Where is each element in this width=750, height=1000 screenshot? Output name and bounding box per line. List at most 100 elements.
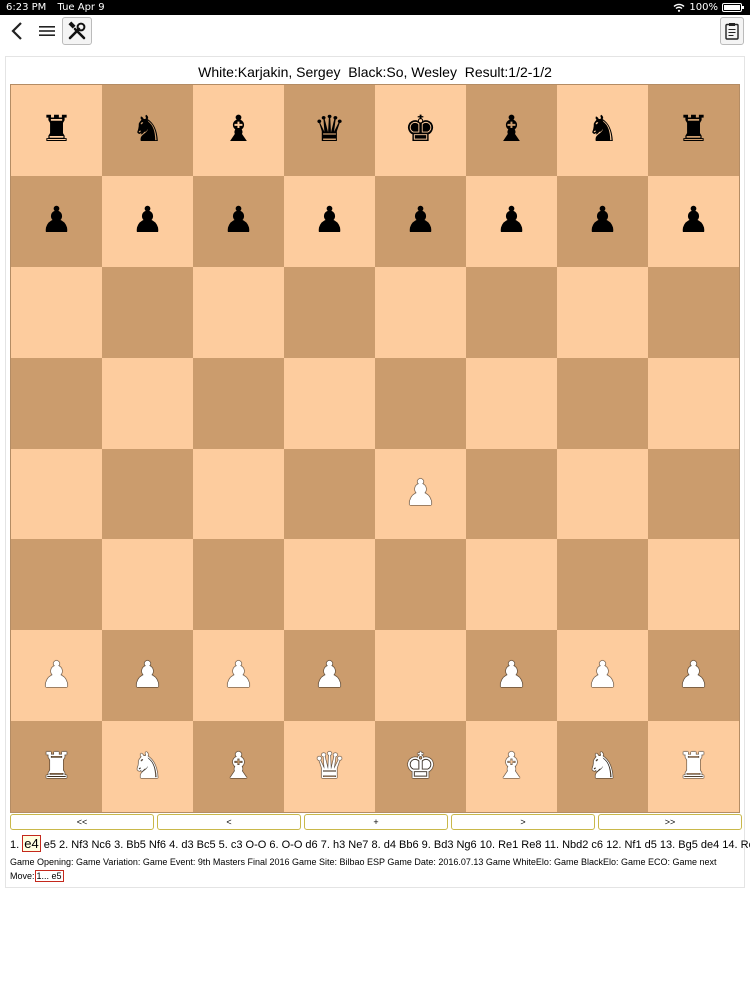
black-bishop-icon[interactable]: ♝ [222, 112, 254, 148]
square-h4[interactable] [648, 448, 739, 540]
white-knight-icon[interactable]: ♞ [586, 748, 618, 785]
white-pawn-icon[interactable]: ♟ [222, 657, 254, 694]
black-pawn-icon[interactable]: ♟ [677, 203, 709, 239]
square-g4[interactable] [557, 448, 648, 540]
square-b2[interactable]: ♟ [102, 630, 193, 722]
square-c3[interactable] [193, 539, 284, 631]
black-queen-icon[interactable]: ♛ [313, 112, 345, 148]
square-a7[interactable]: ♟ [11, 175, 102, 267]
white-bishop-icon[interactable]: ♝ [222, 748, 254, 785]
square-h5[interactable] [648, 357, 739, 449]
square-f6[interactable] [466, 266, 557, 358]
square-h6[interactable] [648, 266, 739, 358]
square-c2[interactable]: ♟ [193, 630, 284, 722]
square-e2[interactable] [375, 630, 466, 722]
square-b6[interactable] [102, 266, 193, 358]
square-g5[interactable] [557, 357, 648, 449]
square-g6[interactable] [557, 266, 648, 358]
prev-move-button[interactable]: < [157, 814, 301, 830]
square-h8[interactable]: ♜ [648, 85, 739, 176]
square-a8[interactable]: ♜ [11, 85, 102, 176]
black-bishop-icon[interactable]: ♝ [495, 112, 527, 148]
square-d3[interactable] [284, 539, 375, 631]
square-g7[interactable]: ♟ [557, 175, 648, 267]
square-f5[interactable] [466, 357, 557, 449]
square-a6[interactable] [11, 266, 102, 358]
black-pawn-icon[interactable]: ♟ [222, 203, 254, 239]
square-e8[interactable]: ♚ [375, 85, 466, 176]
black-rook-icon[interactable]: ♜ [677, 112, 709, 148]
black-rook-icon[interactable]: ♜ [40, 112, 72, 148]
square-h1[interactable]: ♜ [648, 721, 739, 812]
square-b1[interactable]: ♞ [102, 721, 193, 812]
square-c1[interactable]: ♝ [193, 721, 284, 812]
current-move[interactable]: e4 [22, 835, 41, 852]
black-pawn-icon[interactable]: ♟ [131, 203, 163, 239]
square-d8[interactable]: ♛ [284, 85, 375, 176]
square-e4[interactable]: ♟ [375, 448, 466, 540]
white-pawn-icon[interactable]: ♟ [677, 657, 709, 694]
next-move-button[interactable]: > [451, 814, 595, 830]
black-knight-icon[interactable]: ♞ [131, 112, 163, 148]
tools-button[interactable] [62, 17, 92, 45]
white-pawn-icon[interactable]: ♟ [313, 657, 345, 694]
white-rook-icon[interactable]: ♜ [677, 748, 709, 785]
black-pawn-icon[interactable]: ♟ [313, 203, 345, 239]
square-h7[interactable]: ♟ [648, 175, 739, 267]
black-knight-icon[interactable]: ♞ [586, 112, 618, 148]
square-h3[interactable] [648, 539, 739, 631]
white-knight-icon[interactable]: ♞ [131, 748, 163, 785]
chess-board[interactable]: ♜ ♞ ♝ ♛ ♚ ♝ ♞ ♜ ♟ ♟ ♟ ♟ ♟ ♟ ♟ ♟ ♟ ♟ ♟ ♟ ♟ ♟ ♟ ♟ ♜ ♞ ♝ ♛ ♚ ♝ ♞ ♜ [10, 84, 740, 813]
square-c5[interactable] [193, 357, 284, 449]
square-c8[interactable]: ♝ [193, 85, 284, 176]
first-move-button[interactable]: << [10, 814, 154, 830]
black-pawn-icon[interactable]: ♟ [495, 203, 527, 239]
square-f1[interactable]: ♝ [466, 721, 557, 812]
square-d6[interactable] [284, 266, 375, 358]
square-f2[interactable]: ♟ [466, 630, 557, 722]
square-b5[interactable] [102, 357, 193, 449]
square-f7[interactable]: ♟ [466, 175, 557, 267]
square-h2[interactable]: ♟ [648, 630, 739, 722]
white-bishop-icon[interactable]: ♝ [495, 748, 527, 785]
black-king-icon[interactable]: ♚ [404, 112, 436, 148]
square-g2[interactable]: ♟ [557, 630, 648, 722]
square-d5[interactable] [284, 357, 375, 449]
square-e1[interactable]: ♚ [375, 721, 466, 812]
white-pawn-icon[interactable]: ♟ [495, 657, 527, 694]
square-d7[interactable]: ♟ [284, 175, 375, 267]
white-rook-icon[interactable]: ♜ [40, 748, 72, 785]
square-a2[interactable]: ♟ [11, 630, 102, 722]
square-a1[interactable]: ♜ [11, 721, 102, 812]
square-g3[interactable] [557, 539, 648, 631]
square-b3[interactable] [102, 539, 193, 631]
square-e3[interactable] [375, 539, 466, 631]
square-f4[interactable] [466, 448, 557, 540]
square-e5[interactable] [375, 357, 466, 449]
square-c6[interactable] [193, 266, 284, 358]
square-f8[interactable]: ♝ [466, 85, 557, 176]
back-button[interactable] [6, 17, 28, 45]
square-e6[interactable] [375, 266, 466, 358]
clipboard-button[interactable] [720, 17, 744, 45]
square-f3[interactable] [466, 539, 557, 631]
square-d4[interactable] [284, 448, 375, 540]
square-a5[interactable] [11, 357, 102, 449]
move-list-rest[interactable]: e5 2. Nf3 Nc6 3. Bb5 Nf6 4. d3 Bc5 5. c3… [41, 839, 750, 851]
square-e7[interactable]: ♟ [375, 175, 466, 267]
square-b4[interactable] [102, 448, 193, 540]
add-button[interactable]: + [304, 814, 448, 830]
black-pawn-icon[interactable]: ♟ [586, 203, 618, 239]
next-move-value[interactable]: 1... e5 [34, 870, 64, 882]
white-pawn-icon[interactable]: ♟ [404, 475, 436, 512]
square-c7[interactable]: ♟ [193, 175, 284, 267]
menu-button[interactable] [36, 17, 58, 45]
square-d1[interactable]: ♛ [284, 721, 375, 812]
last-move-button[interactable]: >> [598, 814, 742, 830]
square-d2[interactable]: ♟ [284, 630, 375, 722]
black-pawn-icon[interactable]: ♟ [40, 203, 72, 239]
square-a3[interactable] [11, 539, 102, 631]
white-pawn-icon[interactable]: ♟ [40, 657, 72, 694]
white-king-icon[interactable]: ♚ [404, 748, 436, 785]
square-c4[interactable] [193, 448, 284, 540]
